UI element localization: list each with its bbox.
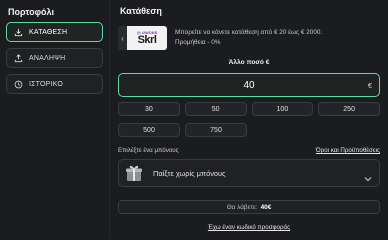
receive-amount: 40€ — [260, 203, 272, 211]
sidebar-title: Πορτοφόλι — [8, 7, 55, 17]
gift-icon — [124, 163, 144, 183]
deposit-limits-text: Μπορείτε να κάνετε κατάθεση από € 20 έως… — [175, 29, 323, 36]
quick-amount-button[interactable]: 750 — [185, 123, 247, 137]
receive-summary: Θα λάβετε: 40€ — [118, 200, 380, 214]
quick-amounts-row: 30 50 100 250 — [118, 102, 380, 116]
quick-amount-button[interactable]: 100 — [251, 102, 314, 116]
provider-logo-brand: Skrl — [137, 34, 157, 46]
terms-link[interactable]: Όροι και Προϋποθέσεις — [316, 147, 380, 157]
amount-input[interactable]: 40 € — [118, 73, 380, 97]
sidebar-item-label: ΙΣΤΟΡΙΚΟ — [29, 80, 63, 88]
sidebar: Πορτοφόλι ΚΑΤΑΘΕΣΗ ΑΝΑΛΗΨΗ ΙΣΤΟΡΙΚΟ — [0, 0, 110, 237]
amount-label: Άλλο ποσό € — [228, 59, 270, 66]
wallet-app: Πορτοφόλι ΚΑΤΑΘΕΣΗ ΑΝΑΛΗΨΗ ΙΣΤΟΡΙΚΟ Κατά… — [0, 0, 388, 237]
receive-label: Θα λάβετε: — [226, 203, 258, 211]
sidebar-item-label: ΚΑΤΑΘΕΣΗ — [29, 28, 68, 36]
sidebar-item-withdraw[interactable]: ΑΝΑΛΗΨΗ — [6, 48, 103, 68]
promo-code-link[interactable]: Έχω έναν κωδικό προσφοράς — [118, 224, 380, 231]
bonus-select-value: Παίξτε χωρίς μπόνους — [153, 168, 226, 178]
quick-amounts-row: 500 750 — [118, 123, 380, 137]
provider-logo: @ UNIONS Skrl — [127, 26, 167, 50]
back-button[interactable]: ‹ — [118, 26, 127, 50]
quick-amount-button[interactable]: 30 — [118, 102, 180, 116]
payment-provider: ‹ @ UNIONS Skrl Μπορείτε να κάνετε κατάθ… — [118, 26, 380, 50]
deposit-panel: Κατάθεση ‹ @ UNIONS Skrl Μπορείτε να κάν… — [110, 0, 388, 237]
chevron-down-icon — [364, 170, 372, 182]
bonus-select[interactable]: Παίξτε χωρίς μπόνους — [118, 159, 380, 187]
quick-amount-button[interactable]: 50 — [184, 102, 247, 116]
page-title: Κατάθεση — [120, 6, 162, 16]
amount-value: 40 — [243, 79, 255, 91]
sidebar-item-deposit[interactable]: ΚΑΤΑΘΕΣΗ — [6, 22, 103, 42]
currency-symbol: € — [367, 80, 372, 90]
provider-info: Μπορείτε να κάνετε κατάθεση από € 20 έως… — [175, 28, 322, 48]
deposit-icon — [14, 28, 23, 37]
quick-amount-button[interactable]: 500 — [118, 123, 180, 137]
commission-text: Προμήθεια - 0% — [175, 39, 221, 46]
quick-amount-button[interactable]: 250 — [318, 102, 380, 116]
bonus-label: Επιλέξτε ένα μπόνους — [118, 147, 179, 154]
withdraw-icon — [14, 53, 23, 63]
history-icon — [14, 80, 23, 89]
sidebar-item-label: ΑΝΑΛΗΨΗ — [29, 54, 66, 62]
bonus-header: Επιλέξτε ένα μπόνους Όροι και Προϋποθέσε… — [118, 147, 380, 157]
sidebar-item-history[interactable]: ΙΣΤΟΡΙΚΟ — [6, 74, 103, 94]
chevron-left-icon: ‹ — [121, 33, 124, 43]
